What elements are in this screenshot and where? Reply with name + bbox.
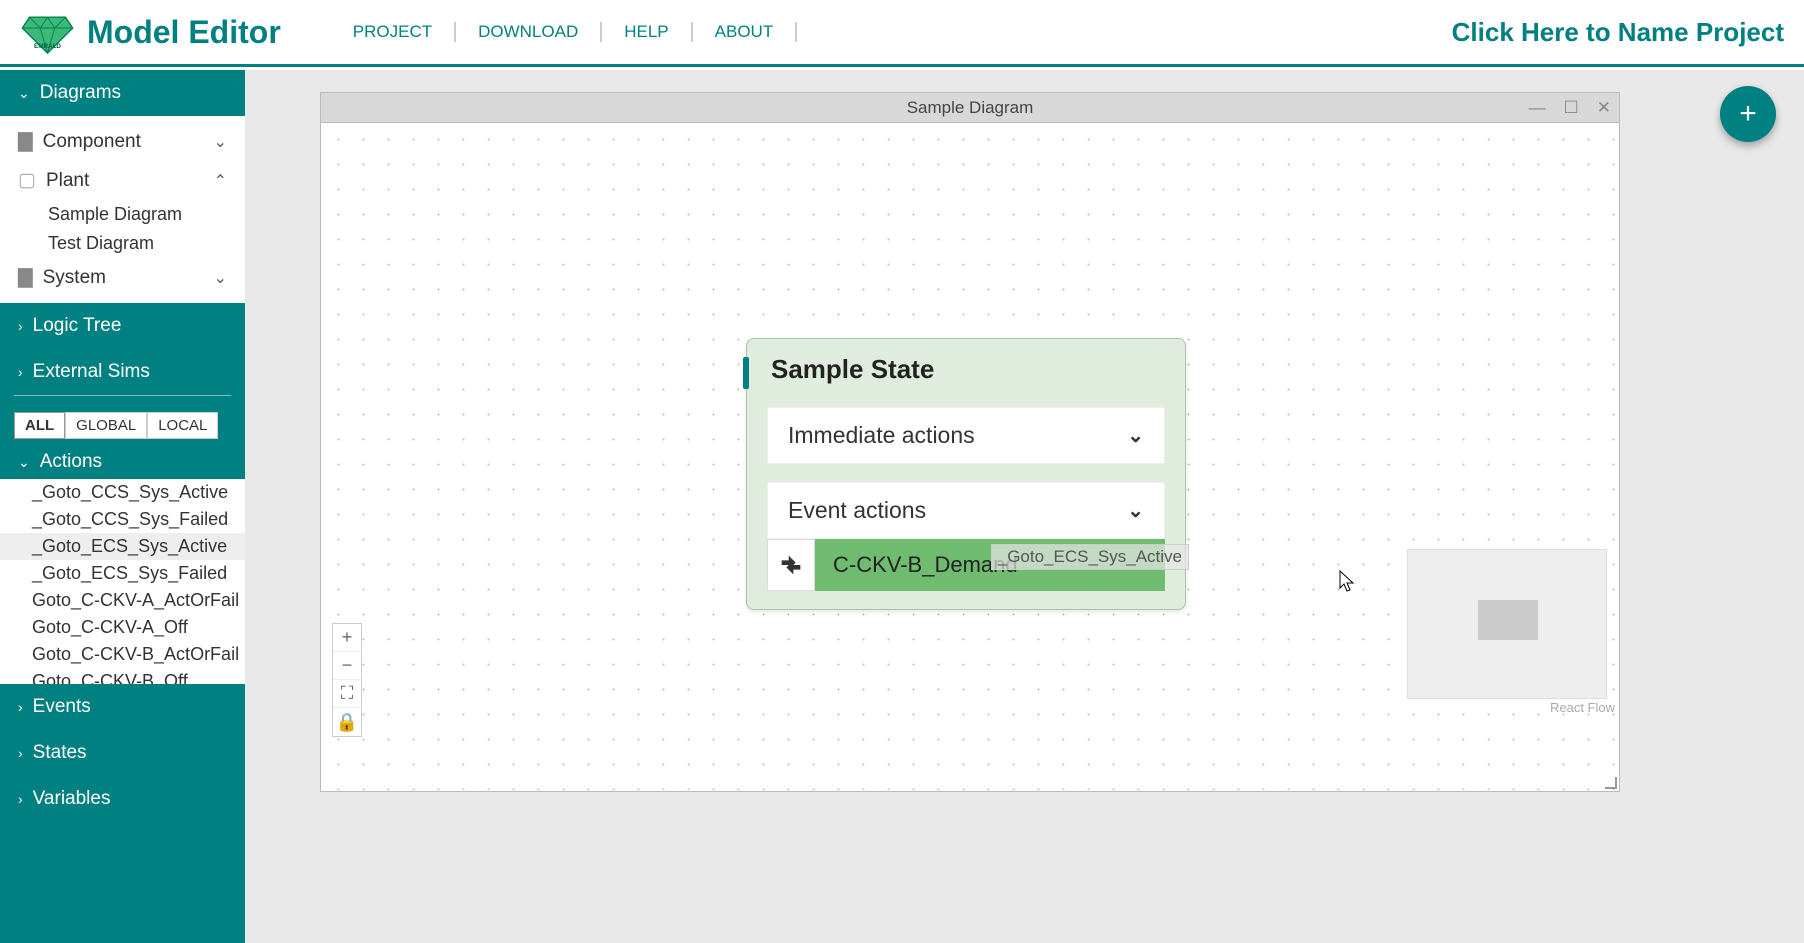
svg-text:EMRALD: EMRALD bbox=[34, 42, 61, 49]
action-item[interactable]: Goto_C-CKV-A_ActOrFail bbox=[0, 587, 245, 614]
chevron-up-icon: ⌃ bbox=[214, 171, 227, 191]
event-bar[interactable]: C-CKV-B_Demand _Goto_ECS_Sys_Active bbox=[815, 539, 1165, 591]
chevron-right-icon: › bbox=[18, 318, 23, 334]
section-events[interactable]: › Events bbox=[0, 684, 245, 730]
action-item[interactable]: Goto_C-CKV-B_ActOrFail bbox=[0, 641, 245, 668]
add-fab-button[interactable]: + bbox=[1720, 86, 1776, 142]
minimize-icon[interactable]: — bbox=[1529, 98, 1546, 118]
menu-help[interactable]: HELP bbox=[602, 22, 692, 42]
menu-about[interactable]: ABOUT bbox=[693, 22, 798, 42]
tree-test-diagram[interactable]: Test Diagram bbox=[0, 229, 245, 258]
filter-all[interactable]: ALL bbox=[14, 412, 65, 439]
chevron-right-icon: › bbox=[18, 364, 23, 380]
zoom-controls: + − ⛶ 🔒 bbox=[332, 623, 362, 737]
section-actions[interactable]: ⌄ Actions bbox=[0, 445, 245, 479]
folder-icon: ▇ bbox=[18, 266, 33, 289]
window-titlebar[interactable]: Sample Diagram — ☐ ✕ bbox=[321, 93, 1619, 123]
project-name-button[interactable]: Click Here to Name Project bbox=[1452, 17, 1784, 48]
minimap-viewport bbox=[1478, 600, 1538, 640]
resize-handle[interactable] bbox=[1605, 777, 1617, 789]
event-row[interactable]: C-CKV-B_Demand _Goto_ECS_Sys_Active bbox=[767, 539, 1165, 591]
tree-component[interactable]: ▇ Component ⌄ bbox=[0, 122, 245, 161]
tree-system[interactable]: ▇ System ⌄ bbox=[0, 258, 245, 297]
menu-project[interactable]: PROJECT bbox=[331, 22, 456, 42]
filter-global[interactable]: GLOBAL bbox=[65, 412, 147, 439]
filter-local[interactable]: LOCAL bbox=[147, 412, 218, 439]
chevron-down-icon: ⌄ bbox=[214, 268, 227, 288]
chevron-right-icon: › bbox=[18, 745, 23, 761]
folder-open-icon: ▢ bbox=[18, 169, 36, 192]
diagram-window: Sample Diagram — ☐ ✕ Sample State Immedi… bbox=[320, 92, 1620, 792]
action-item[interactable]: _Goto_CCS_Sys_Active bbox=[0, 479, 245, 506]
immediate-actions-panel[interactable]: Immediate actions ⌄ bbox=[767, 407, 1165, 464]
drag-ghost: _Goto_ECS_Sys_Active bbox=[991, 544, 1189, 570]
close-icon[interactable]: ✕ bbox=[1597, 98, 1611, 118]
chevron-down-icon: ⌄ bbox=[18, 85, 30, 102]
window-title: Sample Diagram bbox=[907, 98, 1034, 118]
section-states[interactable]: › States bbox=[0, 730, 245, 776]
chevron-down-icon: ⌄ bbox=[1127, 498, 1144, 523]
canvas-area: Sample Diagram — ☐ ✕ Sample State Immedi… bbox=[245, 70, 1804, 943]
menu-download[interactable]: DOWNLOAD bbox=[456, 22, 602, 42]
tree-sample-diagram[interactable]: Sample Diagram bbox=[0, 200, 245, 229]
app-title: Model Editor bbox=[87, 14, 281, 51]
chevron-right-icon: › bbox=[18, 699, 23, 715]
chevron-right-icon: › bbox=[18, 791, 23, 807]
minimap[interactable] bbox=[1407, 549, 1607, 699]
section-label: Diagrams bbox=[40, 82, 121, 104]
chevron-down-icon: ⌄ bbox=[214, 132, 227, 152]
event-actions-panel[interactable]: Event actions ⌄ bbox=[767, 482, 1165, 539]
fit-view-button[interactable]: ⛶ bbox=[333, 680, 361, 708]
filter-row: ALL GLOBAL LOCAL bbox=[0, 402, 245, 445]
folder-icon: ▇ bbox=[18, 130, 33, 153]
attribution: React Flow bbox=[1550, 700, 1615, 715]
main-menu: PROJECT DOWNLOAD HELP ABOUT bbox=[331, 22, 797, 42]
header-bar: EMRALD Model Editor PROJECT DOWNLOAD HEL… bbox=[0, 0, 1804, 67]
chevron-down-icon: ⌄ bbox=[1127, 423, 1144, 448]
section-diagrams[interactable]: ⌄ Diagrams bbox=[0, 70, 245, 116]
action-item[interactable]: Goto_C-CKV-B_Off bbox=[0, 668, 245, 684]
maximize-icon[interactable]: ☐ bbox=[1564, 98, 1579, 118]
emerald-logo-icon: EMRALD bbox=[20, 10, 75, 55]
logo[interactable]: EMRALD Model Editor bbox=[20, 10, 281, 55]
sidebar: ⌄ Diagrams ▇ Component ⌄ ▢ Plant ⌃ Sampl… bbox=[0, 70, 245, 943]
action-item[interactable]: _Goto_ECS_Sys_Failed bbox=[0, 560, 245, 587]
section-variables[interactable]: › Variables bbox=[0, 776, 245, 822]
divider bbox=[14, 395, 231, 396]
transition-icon bbox=[767, 539, 815, 591]
section-external-sims[interactable]: › External Sims bbox=[0, 349, 245, 395]
zoom-out-button[interactable]: − bbox=[333, 652, 361, 680]
action-item-selected[interactable]: _Goto_ECS_Sys_Active bbox=[0, 533, 245, 560]
zoom-in-button[interactable]: + bbox=[333, 624, 361, 652]
action-item[interactable]: _Goto_CCS_Sys_Failed bbox=[0, 506, 245, 533]
action-item[interactable]: Goto_C-CKV-A_Off bbox=[0, 614, 245, 641]
chevron-down-icon: ⌄ bbox=[18, 454, 30, 471]
state-title: Sample State bbox=[771, 354, 1167, 385]
diagram-tree: ▇ Component ⌄ ▢ Plant ⌃ Sample Diagram T… bbox=[0, 116, 245, 303]
state-node[interactable]: Sample State Immediate actions ⌄ Event a… bbox=[746, 338, 1186, 610]
tree-plant[interactable]: ▢ Plant ⌃ bbox=[0, 161, 245, 200]
section-logic-tree[interactable]: › Logic Tree bbox=[0, 303, 245, 349]
lock-button[interactable]: 🔒 bbox=[333, 708, 361, 736]
action-list[interactable]: _Goto_CCS_Sys_Active _Goto_CCS_Sys_Faile… bbox=[0, 479, 245, 684]
